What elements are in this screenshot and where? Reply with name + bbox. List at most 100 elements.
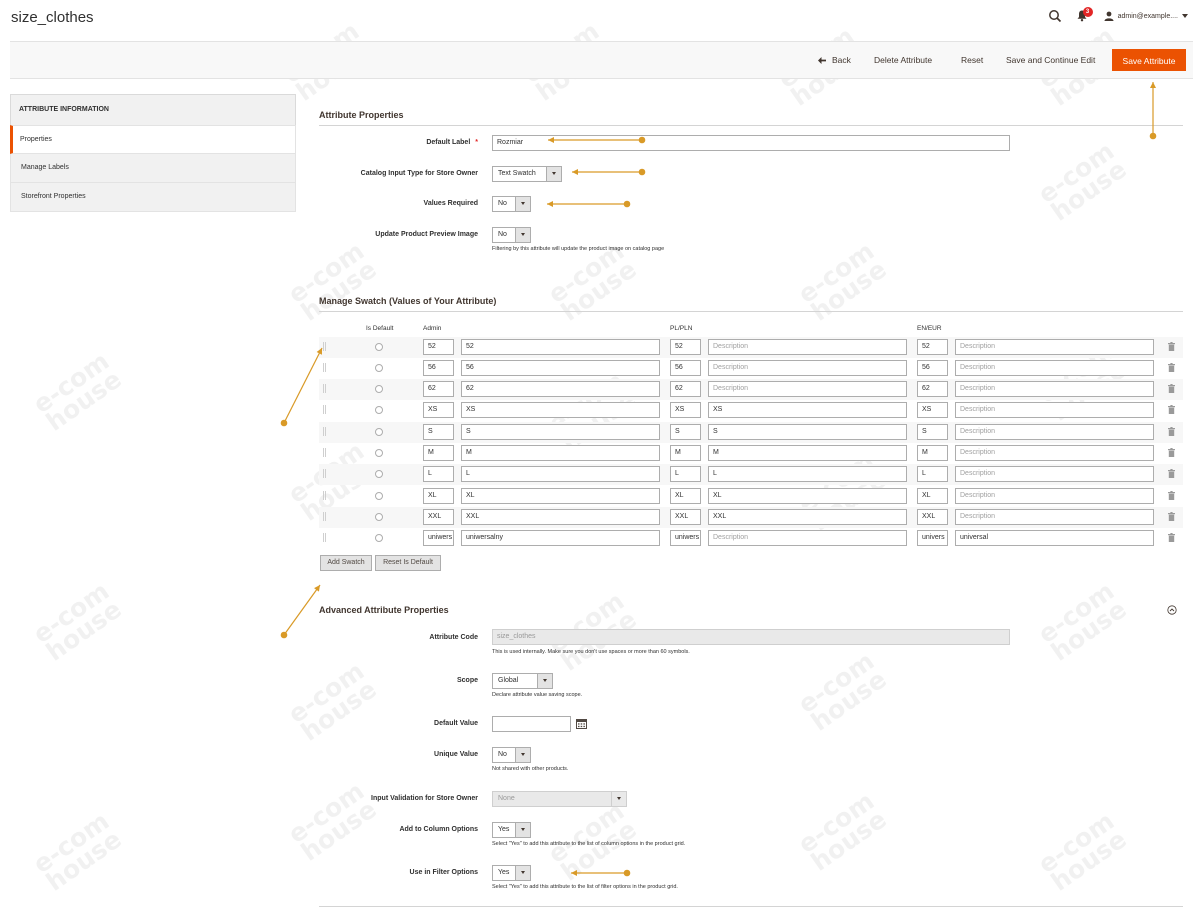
- pl-swatch-input[interactable]: XL: [670, 488, 701, 504]
- admin-swatch-input[interactable]: XL: [423, 488, 454, 504]
- admin-description-input[interactable]: XS: [461, 402, 660, 418]
- en-description-input[interactable]: universal: [955, 530, 1154, 546]
- admin-user-menu[interactable]: admin@example....: [1104, 11, 1188, 21]
- notifications-bell-icon[interactable]: 3: [1076, 7, 1093, 23]
- pl-swatch-input[interactable]: 52: [670, 339, 701, 355]
- en-description-input[interactable]: Description: [955, 424, 1154, 440]
- is-default-radio[interactable]: [375, 534, 383, 542]
- pl-description-input[interactable]: S: [708, 424, 907, 440]
- en-swatch-input[interactable]: XL: [917, 488, 948, 504]
- trash-icon[interactable]: [1168, 384, 1175, 393]
- pl-description-input[interactable]: M: [708, 445, 907, 461]
- is-default-radio[interactable]: [375, 428, 383, 436]
- save-and-continue-button[interactable]: Save and Continue Edit: [1006, 49, 1095, 71]
- admin-swatch-input[interactable]: M: [423, 445, 454, 461]
- en-description-input[interactable]: Description: [955, 402, 1154, 418]
- admin-description-input[interactable]: XXL: [461, 509, 660, 525]
- admin-description-input[interactable]: M: [461, 445, 660, 461]
- trash-icon[interactable]: [1168, 342, 1175, 351]
- drag-handle-icon[interactable]: [323, 363, 326, 372]
- is-default-radio[interactable]: [375, 470, 383, 478]
- pl-description-input[interactable]: Description: [708, 360, 907, 376]
- en-swatch-input[interactable]: 52: [917, 339, 948, 355]
- admin-description-input[interactable]: L: [461, 466, 660, 482]
- trash-icon[interactable]: [1168, 469, 1175, 478]
- drag-handle-icon[interactable]: [323, 533, 326, 542]
- en-swatch-input[interactable]: univers: [917, 530, 948, 546]
- admin-description-input[interactable]: XL: [461, 488, 660, 504]
- en-swatch-input[interactable]: XXL: [917, 509, 948, 525]
- is-default-radio[interactable]: [375, 513, 383, 521]
- pl-description-input[interactable]: XL: [708, 488, 907, 504]
- reset-is-default-button[interactable]: Reset Is Default: [375, 555, 441, 571]
- pl-description-input[interactable]: Description: [708, 381, 907, 397]
- admin-swatch-input[interactable]: 62: [423, 381, 454, 397]
- pl-description-input[interactable]: L: [708, 466, 907, 482]
- admin-swatch-input[interactable]: S: [423, 424, 454, 440]
- tab-manage-labels[interactable]: Manage Labels: [10, 154, 296, 183]
- en-swatch-input[interactable]: 56: [917, 360, 948, 376]
- admin-description-input[interactable]: 62: [461, 381, 660, 397]
- default-label-input[interactable]: Rozmiar: [492, 135, 1010, 151]
- update-preview-select[interactable]: No: [492, 227, 531, 243]
- drag-handle-icon[interactable]: [323, 469, 326, 478]
- values-required-select[interactable]: No: [492, 196, 531, 212]
- trash-icon[interactable]: [1168, 533, 1175, 542]
- admin-description-input[interactable]: uniwersalny: [461, 530, 660, 546]
- pl-description-input[interactable]: Description: [708, 530, 907, 546]
- input-validation-select[interactable]: None: [492, 791, 627, 807]
- admin-swatch-input[interactable]: XS: [423, 402, 454, 418]
- search-icon[interactable]: [1048, 9, 1062, 23]
- trash-icon[interactable]: [1168, 363, 1175, 372]
- is-default-radio[interactable]: [375, 492, 383, 500]
- en-description-input[interactable]: Description: [955, 381, 1154, 397]
- trash-icon[interactable]: [1168, 405, 1175, 414]
- pl-swatch-input[interactable]: M: [670, 445, 701, 461]
- en-swatch-input[interactable]: M: [917, 445, 948, 461]
- admin-swatch-input[interactable]: 56: [423, 360, 454, 376]
- en-description-input[interactable]: Description: [955, 339, 1154, 355]
- attribute-code-input[interactable]: size_clothes: [492, 629, 1010, 645]
- pl-swatch-input[interactable]: L: [670, 466, 701, 482]
- tab-properties[interactable]: Properties: [10, 125, 296, 154]
- drag-handle-icon[interactable]: [323, 342, 326, 351]
- admin-swatch-input[interactable]: uniwers: [423, 530, 454, 546]
- pl-swatch-input[interactable]: uniwers: [670, 530, 701, 546]
- en-description-input[interactable]: Description: [955, 466, 1154, 482]
- admin-swatch-input[interactable]: 52: [423, 339, 454, 355]
- add-to-column-select[interactable]: Yes: [492, 822, 531, 838]
- is-default-radio[interactable]: [375, 406, 383, 414]
- admin-swatch-input[interactable]: XXL: [423, 509, 454, 525]
- en-description-input[interactable]: Description: [955, 488, 1154, 504]
- add-swatch-button[interactable]: Add Swatch: [320, 555, 372, 571]
- is-default-radio[interactable]: [375, 364, 383, 372]
- trash-icon[interactable]: [1168, 448, 1175, 457]
- calendar-icon[interactable]: [576, 718, 587, 731]
- en-swatch-input[interactable]: XS: [917, 402, 948, 418]
- pl-swatch-input[interactable]: 62: [670, 381, 701, 397]
- unique-value-select[interactable]: No: [492, 747, 531, 763]
- admin-description-input[interactable]: 52: [461, 339, 660, 355]
- en-description-input[interactable]: Description: [955, 509, 1154, 525]
- trash-icon[interactable]: [1168, 512, 1175, 521]
- drag-handle-icon[interactable]: [323, 512, 326, 521]
- back-button[interactable]: Back: [818, 49, 851, 71]
- pl-swatch-input[interactable]: XXL: [670, 509, 701, 525]
- drag-handle-icon[interactable]: [323, 384, 326, 393]
- trash-icon[interactable]: [1168, 427, 1175, 436]
- drag-handle-icon[interactable]: [323, 448, 326, 457]
- collapse-section-icon[interactable]: [1167, 605, 1177, 617]
- en-description-input[interactable]: Description: [955, 445, 1154, 461]
- reset-button[interactable]: Reset: [961, 49, 983, 71]
- pl-description-input[interactable]: XS: [708, 402, 907, 418]
- pl-swatch-input[interactable]: XS: [670, 402, 701, 418]
- admin-swatch-input[interactable]: L: [423, 466, 454, 482]
- delete-attribute-button[interactable]: Delete Attribute: [874, 49, 932, 71]
- trash-icon[interactable]: [1168, 491, 1175, 500]
- is-default-radio[interactable]: [375, 385, 383, 393]
- en-description-input[interactable]: Description: [955, 360, 1154, 376]
- pl-swatch-input[interactable]: 56: [670, 360, 701, 376]
- en-swatch-input[interactable]: L: [917, 466, 948, 482]
- drag-handle-icon[interactable]: [323, 491, 326, 500]
- save-attribute-button[interactable]: Save Attribute: [1112, 49, 1186, 71]
